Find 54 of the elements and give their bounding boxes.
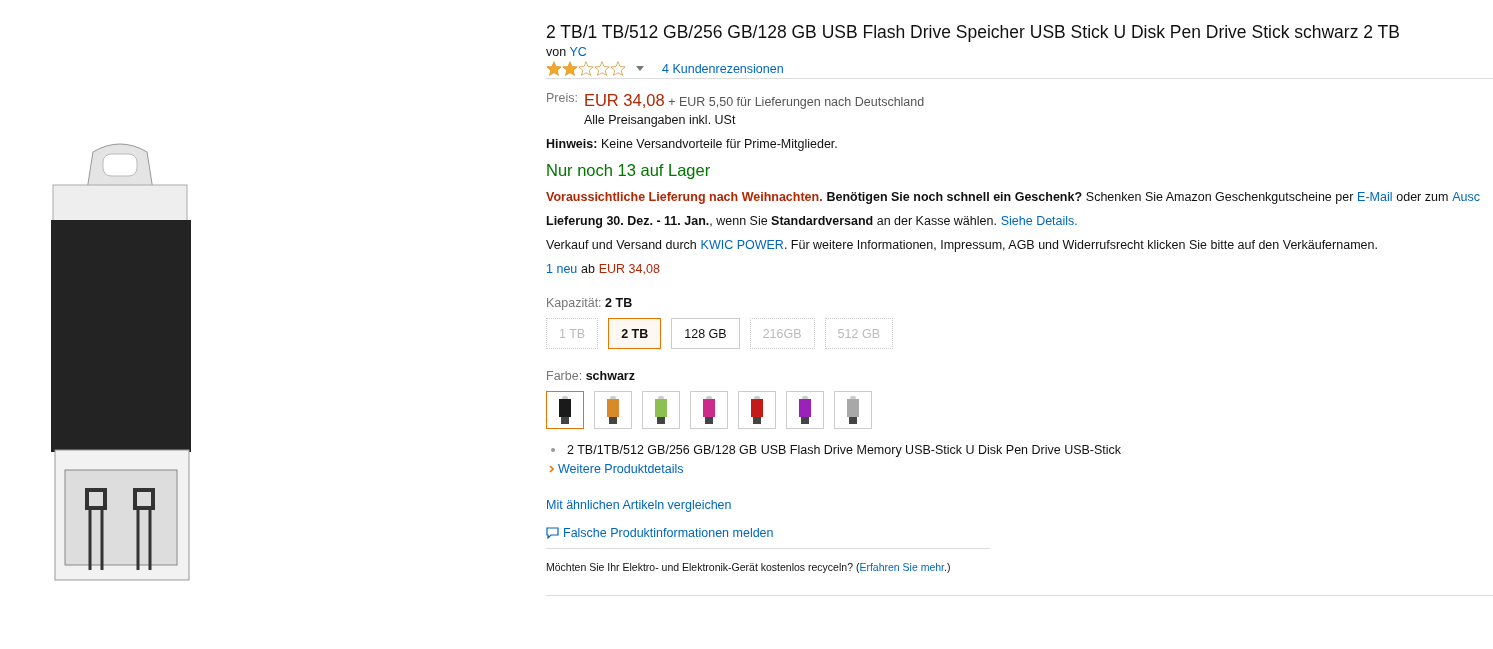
info-text: Schenken Sie Amazon Geschenkgutscheine per [1085,190,1354,204]
recycle-text: Möchten Sie Ihr Elektro- und Elektronik-Gerät kostenlos recyceln? ( [546,561,860,573]
info-text: . Für weitere Informationen, Impressum, AGB und Widerrufsrecht klicken Sie bitte auf den Verkäufernamen. [783,238,1378,252]
info-text: oder zum [1396,190,1449,204]
vat-note: Alle Preisangaben inkl. USt [583,113,737,127]
price: EUR 34,08 [583,91,665,109]
star-icon [546,61,562,76]
product-title: 2 TB/1 TB/512 GB/256 GB/128 GB USB Flash Drive Speicher USB Stick U Disk Pen Drive Stick schwarz 2 TB [546,21,1401,44]
color-swatch[interactable] [834,391,872,429]
color-value: schwarz [585,369,635,383]
speech-bubble-icon [546,527,559,539]
color-swatch[interactable] [546,391,584,429]
notice-text: Hinweis: Keine Versandvorteile für Prime-Mitglieder. [546,137,839,151]
color-swatch[interactable] [690,391,728,429]
text-link[interactable]: E-Mail [1357,190,1393,204]
text-link[interactable]: Siehe Details. [1000,214,1078,228]
capacity-label: Kapazität: [546,296,602,310]
color-swatch[interactable] [738,391,776,429]
gift-question-text: Benötigen Sie noch schnell ein Geschenk? [826,190,1083,204]
star-icon [578,61,594,76]
star-icon [610,61,626,76]
stock-status: Nur noch 13 auf Lager [546,161,712,180]
offer-price: EUR 34,08 [598,262,660,276]
caret-icon[interactable] [636,66,644,71]
brand-prefix: von [546,45,567,59]
capacity-option[interactable]: 128 GB [671,318,740,349]
more-details-link[interactable]: Weitere Produktdetails [558,462,684,476]
star-rating[interactable] [546,61,626,76]
color-label: Farbe: [546,369,583,383]
chevron-icon [549,465,554,473]
color-swatch[interactable] [594,391,632,429]
star-icon [562,61,578,76]
color-swatch[interactable] [642,391,680,429]
info-text: ab [581,262,595,276]
brand-link[interactable]: YC [569,45,587,59]
learn-more-link[interactable]: Erfahren Sie mehr [859,561,945,573]
text-link[interactable]: 1 neu [546,262,578,276]
capacity-option[interactable]: 2 TB [608,318,662,349]
info-text: Verkauf und Versand durch [546,238,697,252]
capacity-value: 2 TB [605,296,633,310]
text-link[interactable]: Ausc [1452,190,1480,204]
delivery-warning-text: Voraussichtliche Lieferung nach Weihnachten. [546,190,823,204]
reviews-link[interactable]: 4 Kundenrezensionen [662,61,784,76]
recycle-text-end: .) [944,561,951,573]
info-text: Lieferung 30. Dez. - 11. Jan., wenn Sie Standardversand an der Kasse wählen. [546,214,997,228]
color-swatch[interactable] [786,391,824,429]
shipping-text: + EUR 5,50 für Lieferungen nach Deutschland [668,95,925,109]
feature-bullet: 2 TB/1TB/512 GB/256 GB/128 GB USB Flash Drive Memory USB-Stick U Disk Pen Drive USB-Stick [567,443,1122,457]
bullet-dot-icon [551,448,555,452]
star-icon [594,61,610,76]
price-label: Preis: [546,91,578,105]
compare-link[interactable]: Mit ähnlichen Artikeln vergleichen [546,498,732,512]
report-link[interactable]: Falsche Produktinformationen melden [563,526,774,540]
text-link[interactable]: KWIC POWER [700,238,784,252]
